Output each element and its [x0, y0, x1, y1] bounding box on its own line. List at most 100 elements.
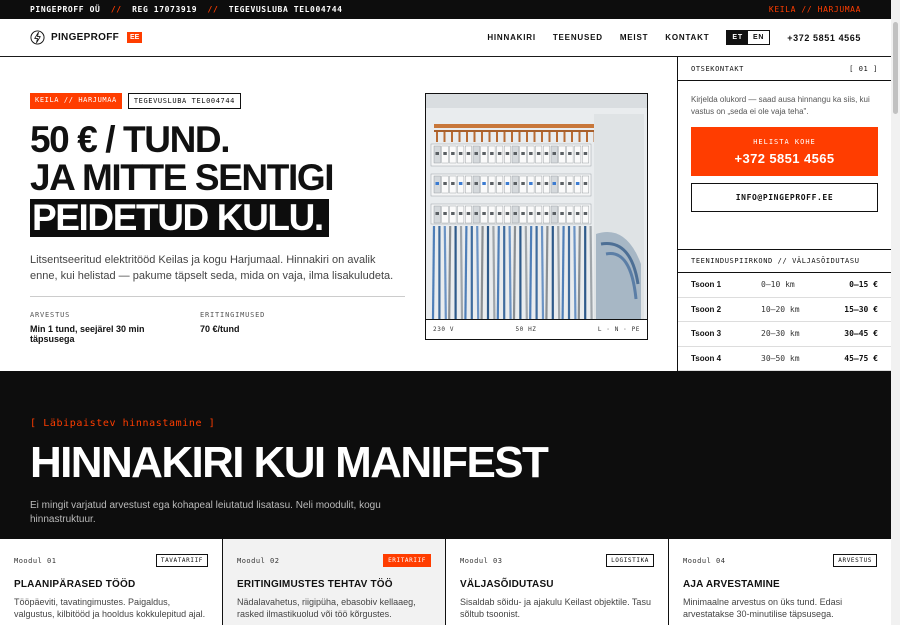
page-scrollbar[interactable]	[891, 0, 900, 625]
logo[interactable]: PINGEPROFF EE	[30, 30, 143, 45]
call-now-button[interactable]: HELISTA KOHE +372 5851 4565	[691, 127, 878, 176]
hero-facts: ARVESTUS Min 1 tund, seejärel 30 min täp…	[30, 296, 405, 344]
contact-title: OTSEKONTAKT	[691, 64, 744, 73]
logo-text: PINGEPROFF	[51, 32, 120, 43]
electrical-panel-image: 230 V 50 HZ L · N · PE	[425, 93, 648, 340]
zone-distance: 0–10 km	[761, 280, 795, 290]
zone-price: 30–45 €	[844, 329, 878, 339]
zone-price: 15–30 €	[844, 304, 878, 314]
scrollbar-thumb[interactable]	[893, 22, 898, 114]
fact-label: ARVESTUS	[30, 311, 71, 319]
spec-frequency: 50 HZ	[515, 326, 537, 333]
module-head: Moodul 02 ERITARIIF	[237, 554, 431, 567]
spec-voltage: 230 V	[433, 326, 455, 333]
nav-item-hinnakiri[interactable]: HINNAKIRI	[487, 33, 536, 42]
module-number: Moodul 04	[683, 556, 726, 565]
nav-item-meist[interactable]: MEIST	[620, 33, 648, 42]
company-info: PINGEPROFF OÜ // REG 17073919 // TEGEVUS…	[30, 5, 343, 14]
module-head: Moodul 04 ARVESTUS	[683, 554, 877, 567]
separator: //	[110, 5, 122, 14]
main-nav: HINNAKIRI TEENUSED MEIST KONTAKT ET EN +…	[487, 30, 861, 45]
nav-item-teenused[interactable]: TEENUSED	[553, 33, 603, 42]
module-title: ERITINGIMUSTES TEHTAV TÖÖ	[237, 579, 393, 590]
license-number: TEGEVUSLUBA TEL004744	[228, 5, 343, 14]
header-phone-link[interactable]: +372 5851 4565	[787, 33, 861, 43]
section-title: HINNAKIRI KUI MANIFEST	[30, 438, 549, 487]
module-card[interactable]: Moodul 02 ERITARIIF ERITINGIMUSTES TEHTA…	[223, 539, 446, 625]
lang-option-et[interactable]: ET	[727, 31, 748, 44]
call-number: +372 5851 4565	[734, 151, 835, 166]
fact-billing: ARVESTUS Min 1 tund, seejärel 30 min täp…	[30, 311, 180, 344]
fact-special-terms: ERITINGIMUSED 70 €/tund	[200, 311, 350, 344]
email-button[interactable]: INFO@PINGEPROFF.EE	[691, 183, 878, 212]
zone-distance: 20–30 km	[761, 329, 800, 339]
module-number: Moodul 02	[237, 556, 280, 565]
module-card[interactable]: Moodul 01 TAVATARIIF PLAANIPÄRASED TÖÖD …	[0, 539, 223, 625]
module-description: Tööpäeviti, tavatingimustes. Paigaldus, …	[14, 597, 206, 619]
section-subtitle: Ei mingit varjatud arvestust ega kohapea…	[30, 500, 381, 525]
contact-sidebar: OTSEKONTAKT [ 01 ] Kirjelda olukord — sa…	[677, 57, 891, 371]
contact-text: Kirjelda olukord — saad ausa hinnangu ka…	[691, 95, 870, 116]
zone-price: 0–15 €	[849, 280, 878, 290]
top-info-bar: PINGEPROFF OÜ // REG 17073919 // TEGEVUS…	[0, 0, 891, 19]
zone-row: Tsoon 3 20–30 km 30–45 €	[678, 322, 891, 347]
location-label: KEILA // HARJUMAA	[768, 5, 861, 14]
zone-price: 45–75 €	[844, 353, 878, 363]
fact-value: Min 1 tund, seejärel 30 min täpsusega	[30, 324, 145, 344]
contact-index: [ 01 ]	[849, 64, 878, 73]
module-description: Nädalavahetus, riigipüha, ebasobiv kella…	[237, 597, 416, 619]
hero: KEILA // HARJUMAA TEGEVUSLUBA TEL004744 …	[30, 93, 405, 344]
module-badge: TAVATARIIF	[155, 554, 208, 567]
module-badge: LOGISTIKA	[606, 554, 654, 567]
company-name: PINGEPROFF OÜ	[30, 5, 101, 14]
zone-row: Tsoon 2 10–20 km 15–30 €	[678, 298, 891, 322]
module-title: VÄLJASÕIDUTASU	[460, 579, 554, 590]
hero-headline: 50 € / TUND. JA MITTE SENTIGI PEIDETUD K…	[30, 121, 405, 237]
registry-code: REG 17073919	[132, 5, 198, 14]
module-description: Minimaalne arvestus on üks tund. Edasi a…	[683, 597, 843, 619]
headline-line-1: 50 € / TUND.	[30, 119, 230, 160]
separator: //	[207, 5, 219, 14]
call-label: HELISTA KOHE	[753, 138, 816, 146]
nav-item-kontakt[interactable]: KONTAKT	[665, 33, 709, 42]
module-description: Sisaldab sõidu- ja ajakulu Keilast objek…	[460, 597, 651, 619]
headline-line-2: JA MITTE SENTIGI	[30, 157, 334, 198]
language-switcher: ET EN	[726, 30, 771, 45]
hero-tags: KEILA // HARJUMAA TEGEVUSLUBA TEL004744	[30, 93, 405, 109]
module-number: Moodul 03	[460, 556, 503, 565]
zone-name: Tsoon 3	[691, 329, 722, 339]
zone-distance: 30–50 km	[761, 353, 800, 363]
distribution-board-illustration	[426, 94, 647, 319]
fact-label: ERITINGIMUSED	[200, 311, 266, 319]
zone-row: Tsoon 4 30–50 km 45–75 €	[678, 347, 891, 371]
module-badge: ARVESTUS	[833, 554, 877, 567]
country-badge: EE	[127, 32, 143, 43]
location-tag: KEILA // HARJUMAA	[30, 93, 122, 109]
section-kicker: [ Läbipaistev hinnastamine ]	[30, 418, 216, 429]
module-badge: ERITARIIF	[383, 554, 431, 567]
site-header: PINGEPROFF EE HINNAKIRI TEENUSED MEIST K…	[0, 19, 891, 57]
zone-name: Tsoon 4	[691, 353, 722, 363]
module-head: Moodul 01 TAVATARIIF	[14, 554, 208, 567]
license-tag: TEGEVUSLUBA TEL004744	[127, 93, 241, 109]
headline-highlight: PEIDETUD KULU.	[30, 199, 329, 237]
zone-distance: 10–20 km	[761, 304, 800, 314]
hero-lead: Litsentseeritud elektritööd Keilas ja ko…	[30, 254, 394, 282]
module-title: AJA ARVESTAMINE	[683, 579, 780, 590]
panel-specs: 230 V 50 HZ L · N · PE	[426, 319, 647, 339]
zones-list: Tsoon 1 0–10 km 0–15 € Tsoon 2 10–20 km …	[678, 273, 891, 371]
lightning-logo-icon	[30, 30, 45, 45]
module-card[interactable]: Moodul 04 ARVESTUS AJA ARVESTAMINE Minim…	[669, 539, 891, 625]
zone-row: Tsoon 1 0–10 km 0–15 €	[678, 273, 891, 298]
module-card[interactable]: Moodul 03 LOGISTIKA VÄLJASÕIDUTASU Sisal…	[446, 539, 669, 625]
module-number: Moodul 01	[14, 556, 57, 565]
spec-conductors: L · N · PE	[597, 326, 640, 333]
contact-header: OTSEKONTAKT [ 01 ]	[678, 57, 891, 81]
zones-header: TEENINDUSPIIRKOND // VÄLJASÕIDUTASU	[678, 249, 891, 273]
pricing-modules: Moodul 01 TAVATARIIF PLAANIPÄRASED TÖÖD …	[0, 539, 891, 625]
zone-name: Tsoon 2	[691, 304, 722, 314]
lang-option-en[interactable]: EN	[748, 31, 769, 44]
module-title: PLAANIPÄRASED TÖÖD	[14, 579, 136, 590]
manifest-section: [ Läbipaistev hinnastamine ] HINNAKIRI K…	[0, 371, 891, 539]
zone-name: Tsoon 1	[691, 280, 722, 290]
